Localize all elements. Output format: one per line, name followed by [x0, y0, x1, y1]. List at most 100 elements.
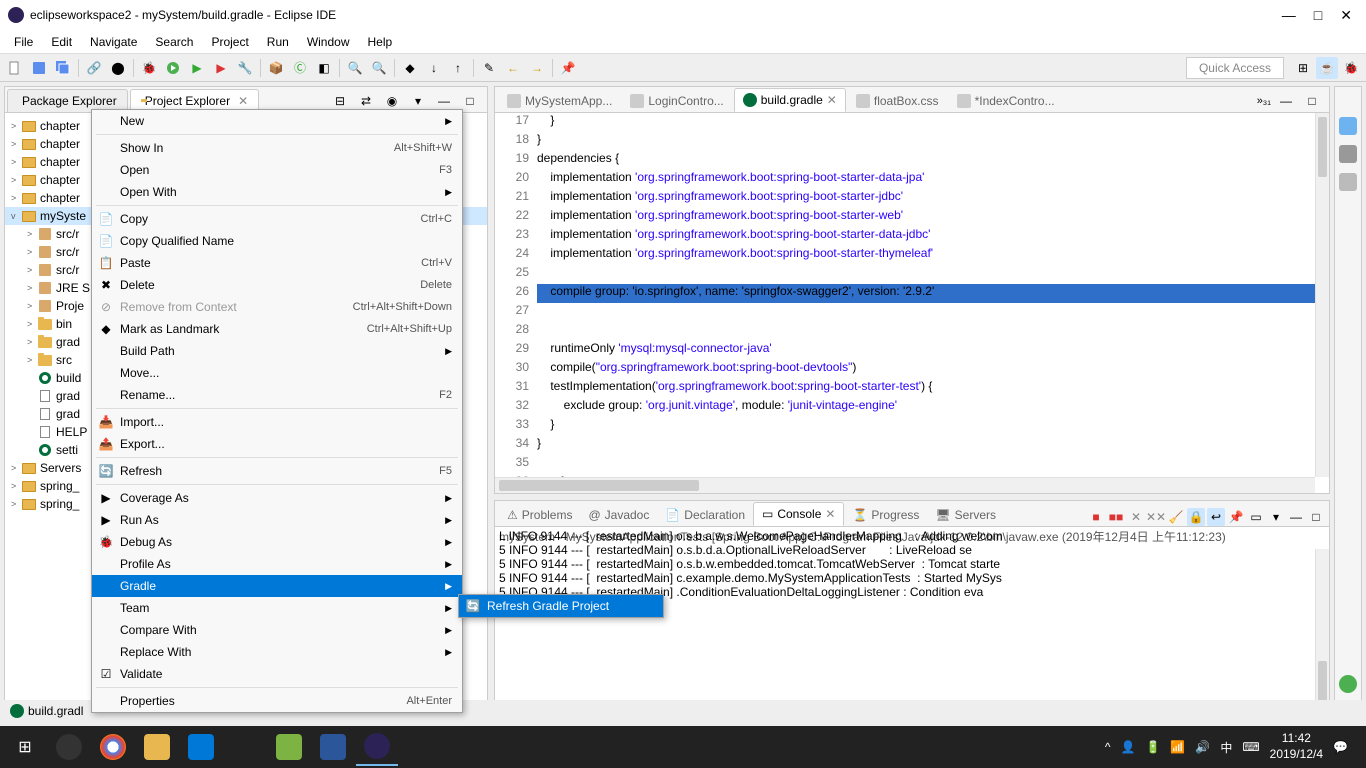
terminate-all-icon[interactable]: ■■	[1107, 508, 1125, 526]
code-line[interactable]: 22 implementation 'org.springframework.b…	[495, 208, 1315, 227]
start-button[interactable]: ⊞	[4, 728, 46, 766]
taskbar-eclipse[interactable]	[356, 728, 398, 766]
code-line[interactable]: 23 implementation 'org.springframework.b…	[495, 227, 1315, 246]
ctx-gradle[interactable]: Gradle▶	[92, 575, 462, 597]
word-wrap-icon[interactable]: ↩	[1207, 508, 1225, 526]
menu-project[interactable]: Project	[203, 33, 256, 51]
toggle-mark-icon[interactable]: ◆	[399, 57, 421, 79]
close-button[interactable]: ✕	[1340, 7, 1352, 24]
code-line[interactable]: 35	[495, 455, 1315, 474]
code-line[interactable]: 31 testImplementation('org.springframewo…	[495, 379, 1315, 398]
code-line[interactable]: 20 implementation 'org.springframework.b…	[495, 170, 1315, 189]
ctx-open[interactable]: OpenF3	[92, 159, 462, 181]
menu-window[interactable]: Window	[299, 33, 358, 51]
run-icon[interactable]	[162, 57, 184, 79]
ctx-paste[interactable]: 📋PasteCtrl+V	[92, 252, 462, 274]
editor-scroll-h[interactable]	[495, 477, 1315, 493]
editor-tab[interactable]: MySystemApp...	[499, 90, 620, 112]
minimize-console-icon[interactable]: —	[1287, 508, 1305, 526]
new-class-icon[interactable]: Ⓒ	[289, 57, 311, 79]
bottom-tab-javadoc[interactable]: @ Javadoc	[580, 504, 657, 526]
tray-wifi-icon[interactable]: 📶	[1170, 740, 1185, 754]
submenu-refresh-gradle-project[interactable]: 🔄Refresh Gradle Project	[459, 595, 663, 617]
bottom-tab-declaration[interactable]: 📄 Declaration	[657, 504, 753, 526]
pin-console-icon[interactable]: 📌	[1227, 508, 1245, 526]
next-annotation-icon[interactable]: ↓	[423, 57, 445, 79]
code-line[interactable]: 34}	[495, 436, 1315, 455]
ctx-copy[interactable]: 📄CopyCtrl+C	[92, 208, 462, 230]
taskbar-chrome[interactable]	[92, 728, 134, 766]
bottom-tab-problems[interactable]: ⚠ Problems	[499, 504, 580, 526]
menu-search[interactable]: Search	[147, 33, 201, 51]
ctx-new[interactable]: New▶	[92, 110, 462, 132]
ctx-build-path[interactable]: Build Path▶	[92, 340, 462, 362]
tray-ime-icon[interactable]: 中	[1220, 739, 1232, 756]
ctx-refresh[interactable]: 🔄RefreshF5	[92, 460, 462, 482]
ctx-mark-as-landmark[interactable]: ◆Mark as LandmarkCtrl+Alt+Shift+Up	[92, 318, 462, 340]
toggle-breadcrumb-icon[interactable]: 🔗	[83, 57, 105, 79]
remove-all-icon[interactable]: ✕✕	[1147, 508, 1165, 526]
editor-overflow-icon[interactable]: »₃₁	[1257, 95, 1271, 107]
code-line[interactable]: 17 }	[495, 113, 1315, 132]
terminate-icon[interactable]: ■	[1087, 508, 1105, 526]
code-line[interactable]: 25	[495, 265, 1315, 284]
save-icon[interactable]	[28, 57, 50, 79]
code-line[interactable]: 26 compile group: 'io.springfox', name: …	[495, 284, 1315, 303]
open-console-icon[interactable]: ▾	[1267, 508, 1285, 526]
new-icon[interactable]	[4, 57, 26, 79]
tray-clock[interactable]: 11:42 2019/12/4	[1270, 731, 1323, 762]
tray-notifications-icon[interactable]: 💬	[1333, 740, 1348, 754]
taskbar-app-3[interactable]	[224, 728, 266, 766]
clear-console-icon[interactable]: 🧹	[1167, 508, 1185, 526]
last-edit-icon[interactable]: ✎	[478, 57, 500, 79]
ctx-import-[interactable]: 📥Import...	[92, 411, 462, 433]
code-line[interactable]: 29 runtimeOnly 'mysql:mysql-connector-ja…	[495, 341, 1315, 360]
code-line[interactable]: 30 compile("org.springframework.boot:spr…	[495, 360, 1315, 379]
ctx-rename-[interactable]: Rename...F2	[92, 384, 462, 406]
code-line[interactable]: 19dependencies {	[495, 151, 1315, 170]
back-icon[interactable]: ←	[502, 57, 524, 79]
console-scroll-v[interactable]	[1315, 549, 1329, 705]
tray-keyboard-icon[interactable]: ⌨	[1242, 740, 1259, 754]
ctx-properties[interactable]: PropertiesAlt+Enter	[92, 690, 462, 712]
outline-icon[interactable]	[1339, 117, 1357, 135]
editor-tab[interactable]: *IndexContro...	[949, 90, 1063, 112]
pin-icon[interactable]: 📌	[557, 57, 579, 79]
task-list-icon[interactable]	[1339, 145, 1357, 163]
build-icon[interactable]	[1339, 173, 1357, 191]
ctx-delete[interactable]: ✖DeleteDelete	[92, 274, 462, 296]
tray-chevron-icon[interactable]: ^	[1105, 740, 1111, 754]
java-perspective-icon[interactable]: ☕	[1316, 57, 1338, 79]
new-plugin-icon[interactable]: ◧	[313, 57, 335, 79]
maximize-console-icon[interactable]: □	[1307, 508, 1325, 526]
external-tools-icon[interactable]: 🔧	[234, 57, 256, 79]
menu-run[interactable]: Run	[259, 33, 297, 51]
taskbar-explorer[interactable]	[136, 728, 178, 766]
prev-annotation-icon[interactable]: ↑	[447, 57, 469, 79]
tray-battery-icon[interactable]: 🔋	[1145, 740, 1160, 754]
coverage-icon[interactable]: ▶	[186, 57, 208, 79]
ctx-debug-as[interactable]: 🐞Debug As▶	[92, 531, 462, 553]
ctx-run-as[interactable]: ▶Run As▶	[92, 509, 462, 531]
menu-help[interactable]: Help	[360, 33, 401, 51]
code-line[interactable]: 21 implementation 'org.springframework.b…	[495, 189, 1315, 208]
display-console-icon[interactable]: ▭	[1247, 508, 1265, 526]
search-icon[interactable]: 🔍	[368, 57, 390, 79]
ctx-show-in[interactable]: Show InAlt+Shift+W	[92, 137, 462, 159]
save-all-icon[interactable]	[52, 57, 74, 79]
open-perspective-icon[interactable]: ⊞	[1292, 57, 1314, 79]
editor-scroll-v[interactable]	[1315, 113, 1329, 477]
taskbar-app-2[interactable]	[180, 728, 222, 766]
new-package-icon[interactable]: 📦	[265, 57, 287, 79]
bottom-tab-servers[interactable]: 🖥 Servers	[927, 504, 1004, 526]
taskbar-app-4[interactable]	[268, 728, 310, 766]
bottom-tab-progress[interactable]: ⏳ Progress	[844, 504, 927, 526]
minimize-button[interactable]: —	[1282, 7, 1296, 24]
boot-dashboard-icon[interactable]	[1339, 675, 1357, 693]
ctx-open-with[interactable]: Open With▶	[92, 181, 462, 203]
maximize-button[interactable]: □	[1314, 7, 1322, 24]
editor-tab[interactable]: build.gradle ✕	[734, 88, 846, 112]
code-editor[interactable]: 17 }18}19dependencies {20 implementation…	[495, 113, 1315, 477]
minimize-editor-icon[interactable]: —	[1275, 90, 1297, 112]
ctx-compare-with[interactable]: Compare With▶	[92, 619, 462, 641]
